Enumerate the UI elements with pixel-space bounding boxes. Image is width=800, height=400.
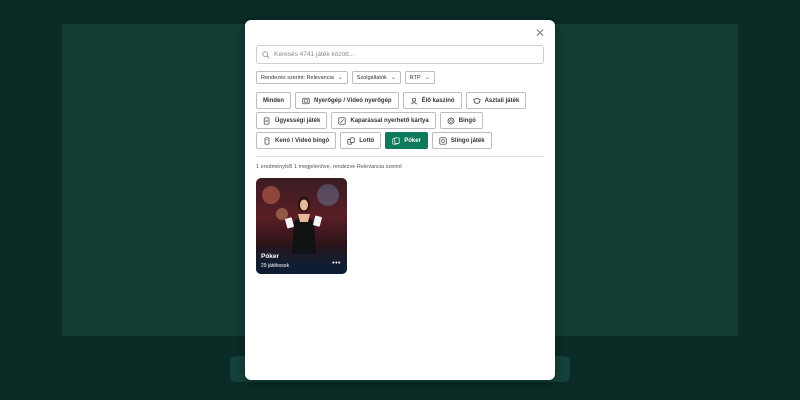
category-label: Kaparással nyerhető kártya — [350, 117, 429, 124]
category-label: Póker — [404, 137, 421, 144]
card-bokeh — [262, 186, 280, 204]
slingo-icon — [439, 136, 447, 145]
chevron-down-icon: ⌄ — [337, 75, 343, 81]
category-label: Slingo játék — [450, 137, 485, 144]
game-search-modal: ✕ Keresés 4741 játék között... Rendezés … — [245, 20, 555, 380]
chevron-down-icon: ⌄ — [424, 75, 430, 81]
bingo-icon — [447, 117, 455, 125]
category-table-games-button[interactable]: Asztali játék — [465, 92, 527, 109]
category-label: Nyerőgép / Videó nyerőgép — [314, 97, 392, 104]
divider — [256, 156, 544, 157]
scratch-card-icon — [338, 116, 346, 125]
category-all-button[interactable]: Minden — [256, 92, 291, 109]
category-label: Asztali játék — [484, 97, 520, 104]
search-input[interactable]: Keresés 4741 játék között... — [256, 45, 544, 64]
category-poker-button[interactable]: Póker — [385, 132, 428, 149]
category-live-casino-button[interactable]: Élő kaszinó — [402, 92, 462, 109]
search-icon — [262, 50, 270, 58]
skill-game-icon — [263, 116, 271, 125]
category-lotto-button[interactable]: Lottó — [340, 132, 382, 149]
table-game-icon — [472, 97, 481, 105]
results-count-text: 1 eredményből 1 megjelenítve, rendezve R… — [256, 164, 402, 170]
category-label: Ügyességi játék — [275, 117, 321, 124]
slot-machine-icon — [302, 97, 310, 105]
category-label: Kenó / Videó bingó — [275, 137, 330, 144]
providers-dropdown-label: Szolgáltatók — [356, 74, 387, 81]
rtp-dropdown[interactable]: RTP ⌄ — [404, 71, 435, 84]
lotto-icon — [347, 136, 355, 145]
category-label: Minden — [263, 97, 284, 104]
category-buttons: Minden Nyerőgép / Videó nyerőgép Élő kas… — [256, 92, 548, 149]
rtp-dropdown-label: RTP — [409, 74, 421, 81]
category-scratch-cards-button[interactable]: Kaparással nyerhető kártya — [331, 112, 436, 129]
keno-icon — [263, 136, 271, 145]
category-bingo-button[interactable]: Bingó — [439, 112, 483, 129]
close-button[interactable]: ✕ — [533, 26, 547, 40]
game-card-poker[interactable]: Póker 29 játékosok ••• — [256, 178, 347, 274]
poker-icon — [392, 136, 400, 145]
category-label: Bingó — [458, 117, 476, 124]
card-player-count: 29 játékosok — [261, 263, 290, 269]
providers-dropdown[interactable]: Szolgáltatók ⌄ — [351, 71, 401, 84]
filter-bar: Rendezés szerint: Relevancia ⌄ Szolgálta… — [256, 71, 435, 84]
category-slingo-button[interactable]: Slingo játék — [431, 132, 492, 149]
category-slots-button[interactable]: Nyerőgép / Videó nyerőgép — [295, 92, 399, 109]
live-dealer-icon — [410, 97, 418, 105]
search-placeholder: Keresés 4741 játék között... — [274, 51, 355, 58]
category-keno-button[interactable]: Kenó / Videó bingó — [256, 132, 337, 149]
chevron-down-icon: ⌄ — [390, 75, 396, 81]
card-title: Póker — [261, 253, 280, 260]
more-options-icon[interactable]: ••• — [332, 260, 341, 267]
category-skill-games-button[interactable]: Ügyességi játék — [256, 112, 328, 129]
category-label: Élő kaszinó — [421, 97, 455, 104]
sort-dropdown[interactable]: Rendezés szerint: Relevancia ⌄ — [256, 71, 348, 84]
category-label: Lottó — [359, 137, 375, 144]
sort-dropdown-label: Rendezés szerint: Relevancia — [261, 74, 334, 81]
